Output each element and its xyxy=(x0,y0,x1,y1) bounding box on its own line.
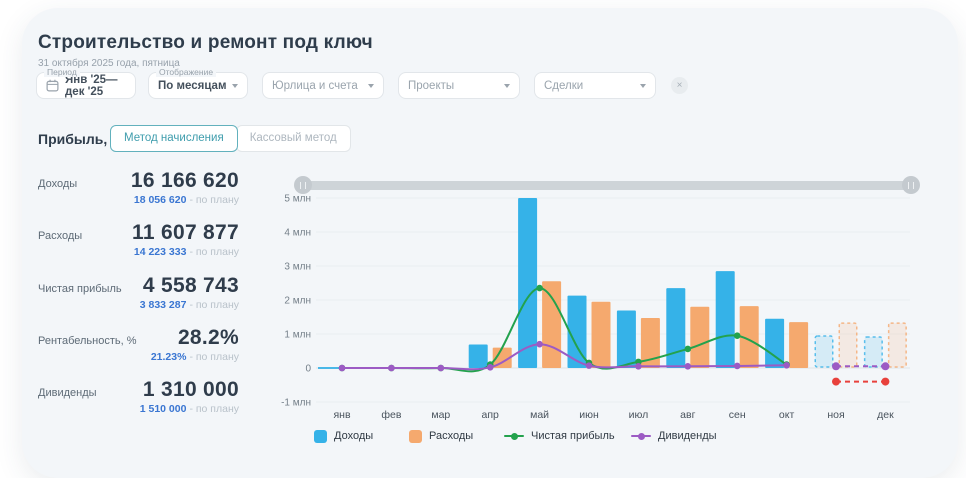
deals-select[interactable]: Сделки xyxy=(534,72,656,99)
plan-value-link[interactable]: 21.23% xyxy=(151,351,187,363)
period-filter-label: Период xyxy=(44,68,80,77)
chevron-down-icon xyxy=(368,84,374,88)
legend-label: Доходы xyxy=(334,430,373,442)
display-mode-value: По месяцам xyxy=(158,80,226,92)
projects-select[interactable]: Проекты xyxy=(398,72,520,99)
metric-label: Рентабельность, % xyxy=(38,335,137,347)
close-icon: × xyxy=(677,80,683,91)
metric-row-income: Доходы 16 166 620 18 056 620- по плану xyxy=(38,170,239,214)
legend-expenses[interactable]: Расходы xyxy=(409,429,473,443)
range-slider-left-handle[interactable] xyxy=(294,176,312,194)
calendar-icon xyxy=(46,79,59,92)
plan-suffix: - по плану xyxy=(189,246,239,258)
legend-net-profit[interactable]: Чистая прибыль xyxy=(504,429,615,443)
net-profit-line-marker xyxy=(504,430,524,443)
plan-value-link[interactable]: 18 056 620 xyxy=(134,194,187,206)
period-filter-value: Янв '25—дек '25 xyxy=(65,74,126,98)
metric-label: Доходы xyxy=(38,178,77,190)
tab-cash-method[interactable]: Кассовый метод xyxy=(236,125,351,152)
legend-label: Расходы xyxy=(429,430,473,442)
deals-placeholder: Сделки xyxy=(544,80,583,92)
metric-row-dividends: Дивиденды 1 310 000 1 510 000- по плану xyxy=(38,379,239,423)
projects-placeholder: Проекты xyxy=(408,80,454,92)
legend-label: Чистая прибыль xyxy=(531,430,615,442)
legend-income[interactable]: Доходы xyxy=(314,429,373,443)
display-mode-select[interactable]: Отображение По месяцам xyxy=(148,72,248,99)
expenses-swatch xyxy=(409,430,422,443)
dashboard-card: Строительство и ремонт под ключ 31 октяб… xyxy=(22,8,958,478)
metric-row-expenses: Расходы 11 607 877 14 223 333- по плану xyxy=(38,222,239,266)
metric-row-profitability: Рентабельность, % 28.2% 21.23%- по плану xyxy=(38,327,239,371)
income-swatch xyxy=(314,430,327,443)
period-filter[interactable]: Период Янв '25—дек '25 xyxy=(36,72,136,99)
plan-suffix: - по плану xyxy=(189,299,239,311)
chevron-down-icon xyxy=(640,84,646,88)
chevron-down-icon xyxy=(232,84,238,88)
metric-label: Дивиденды xyxy=(38,387,97,399)
dividends-line-marker xyxy=(631,430,651,443)
chevron-down-icon xyxy=(504,84,510,88)
tab-accrual-method[interactable]: Метод начисления xyxy=(110,125,238,152)
entities-select[interactable]: Юрлица и счета xyxy=(262,72,384,99)
metric-label: Расходы xyxy=(38,230,82,242)
legend-dividends[interactable]: Дивиденды xyxy=(631,429,717,443)
page-title: Строительство и ремонт под ключ xyxy=(38,32,373,54)
metric-label: Чистая прибыль xyxy=(38,283,122,295)
plan-suffix: - по плану xyxy=(189,351,239,363)
clear-filters-button[interactable]: × xyxy=(671,77,688,94)
metric-row-net-profit: Чистая прибыль 4 558 743 3 833 287- по п… xyxy=(38,275,239,319)
method-tabs: Метод начисления Кассовый метод xyxy=(110,125,351,152)
chart-range-slider-track[interactable] xyxy=(298,181,914,190)
display-mode-label: Отображение xyxy=(156,68,216,77)
plan-suffix: - по плану xyxy=(189,194,239,206)
plan-value-link[interactable]: 14 223 333 xyxy=(134,246,187,258)
entities-placeholder: Юрлица и счета xyxy=(272,80,358,92)
plan-suffix: - по плану xyxy=(189,403,239,415)
profit-section-title: Прибыль, ₽ xyxy=(38,131,121,148)
plan-value-link[interactable]: 3 833 287 xyxy=(140,299,187,311)
plan-value-link[interactable]: 1 510 000 xyxy=(140,403,187,415)
range-slider-right-handle[interactable] xyxy=(902,176,920,194)
legend-label: Дивиденды xyxy=(658,430,717,442)
